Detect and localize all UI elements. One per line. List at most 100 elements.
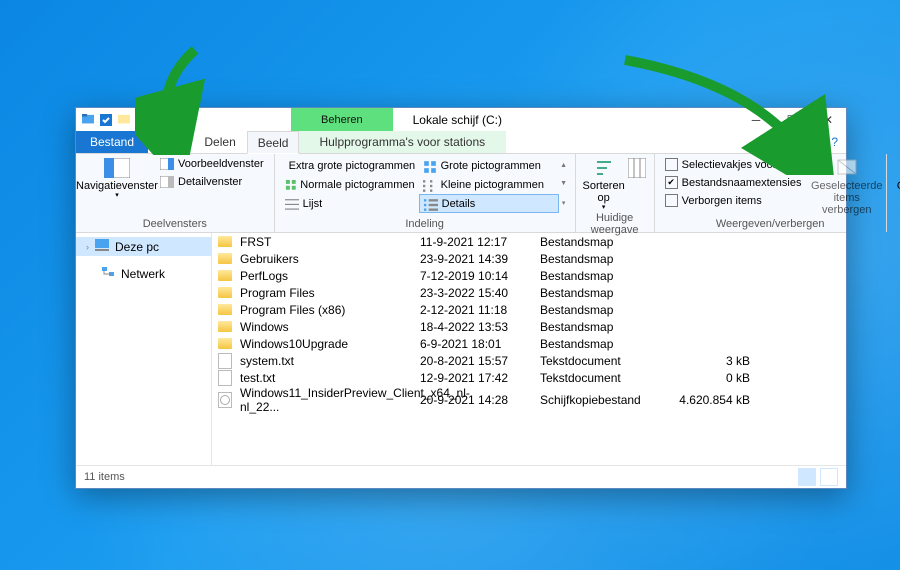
tab-share[interactable]: Delen (194, 131, 246, 153)
group-label-layout: Indeling (281, 218, 569, 232)
file-row[interactable]: Windows10Upgrade6-9-2021 18:01Bestandsma… (212, 335, 846, 352)
navigation-tree[interactable]: › Deze pc Netwerk (76, 233, 212, 465)
quick-access-toolbar: ▾ (76, 108, 146, 131)
file-row[interactable]: Program Files23-3-2022 15:40Bestandsmap (212, 284, 846, 301)
file-name: Program Files (x86) (240, 303, 420, 317)
details-view-button[interactable] (798, 468, 816, 486)
file-name: Program Files (240, 286, 420, 300)
window-title: Lokale schijf (C:) (393, 108, 738, 131)
tab-drive-tools[interactable]: Hulpprogramma's voor stations (299, 131, 506, 153)
nav-network[interactable]: Netwerk (76, 264, 211, 283)
large-icons-view-button[interactable] (820, 468, 838, 486)
status-bar: 11 items (76, 465, 846, 488)
layout-medium[interactable]: Normale pictogrammen (281, 175, 419, 194)
folder-icon (218, 270, 232, 281)
group-label-show-hide: Weergeven/verbergen (661, 218, 880, 232)
group-by-button[interactable] (626, 156, 648, 212)
file-date: 20-8-2021 15:57 (420, 354, 540, 368)
file-date: 18-4-2022 13:53 (420, 320, 540, 334)
file-type: Tekstdocument (540, 354, 670, 368)
titlebar: ▾ Beheren Lokale schijf (C:) ─ ☐ ✕ (76, 108, 846, 131)
file-type: Bestandsmap (540, 269, 670, 283)
tab-view[interactable]: Beeld (247, 131, 300, 154)
minimize-ribbon-icon[interactable]: 🞃 (815, 135, 823, 150)
details-pane-icon (160, 176, 174, 188)
file-row[interactable]: test.txt12-9-2021 17:42Tekstdocument0 kB (212, 369, 846, 386)
file-icon (218, 353, 232, 369)
ribbon-group-current-view: Sorteren op ▾ Huidige weergave (576, 154, 655, 232)
disc-image-icon (218, 392, 232, 408)
file-name: test.txt (240, 371, 420, 385)
file-name: Windows11_InsiderPreview_Client_x64_nl-n… (240, 386, 420, 414)
file-row[interactable]: Windows18-4-2022 13:53Bestandsmap (212, 318, 846, 335)
folder-icon (218, 338, 232, 349)
file-date: 23-3-2022 15:40 (420, 286, 540, 300)
navigation-pane-button[interactable]: Navigatievenster ▾ (82, 156, 152, 200)
help-icon[interactable]: ? (831, 135, 838, 149)
file-name: Windows10Upgrade (240, 337, 420, 351)
list-icon (285, 198, 299, 210)
pc-icon (95, 239, 109, 254)
ribbon: Navigatievenster ▾ Voorbeeldvenster (76, 154, 846, 233)
medium-icons-icon (285, 179, 297, 191)
options-button[interactable]: Opties ▾ (893, 156, 900, 200)
tab-file[interactable]: Bestand (76, 131, 148, 153)
file-type: Tekstdocument (540, 371, 670, 385)
details-icon (424, 198, 438, 210)
sort-by-button[interactable]: Sorteren op ▾ (582, 156, 626, 212)
minimize-button[interactable]: ─ (738, 108, 774, 131)
file-type: Bestandsmap (540, 303, 670, 317)
chevron-down-icon: ▾ (115, 192, 119, 200)
file-row[interactable]: FRST11-9-2021 12:17Bestandsmap (212, 233, 846, 250)
new-folder-icon[interactable] (118, 114, 130, 126)
preview-pane-button[interactable]: Voorbeeldvenster (156, 156, 268, 172)
file-type: Bestandsmap (540, 320, 670, 334)
file-name: FRST (240, 235, 420, 249)
file-extensions-toggle[interactable]: ✔ Bestandsnaamextensies (661, 174, 810, 191)
properties-icon[interactable] (100, 114, 112, 126)
layout-large[interactable]: Grote pictogrammen (419, 156, 557, 175)
item-checkboxes-toggle[interactable]: Selectievakjes voor items (661, 156, 810, 173)
layout-details[interactable]: Details (419, 194, 559, 213)
contextual-tab-header: Beheren (291, 108, 393, 131)
chevron-down-icon: ▾ (602, 204, 606, 212)
file-row[interactable]: Program Files (x86)2-12-2021 11:18Bestan… (212, 301, 846, 318)
checkbox-unchecked-icon (665, 158, 678, 171)
maximize-button[interactable]: ☐ (774, 108, 810, 131)
hidden-items-toggle[interactable]: Verborgen items (661, 192, 810, 209)
file-date: 11-9-2021 12:17 (420, 235, 540, 249)
file-type: Bestandsmap (540, 286, 670, 300)
ribbon-group-show-hide: Selectievakjes voor items ✔ Bestandsnaam… (655, 154, 887, 232)
file-row[interactable]: Windows11_InsiderPreview_Client_x64_nl-n… (212, 386, 846, 403)
file-size: 4.620.854 kB (670, 393, 758, 407)
qat-dropdown-icon[interactable]: ▾ (136, 115, 140, 124)
content-area: › Deze pc Netwerk FRST11-9-2021 12:17Bes… (76, 233, 846, 465)
file-type: Bestandsmap (540, 337, 670, 351)
explorer-window: ▾ Beheren Lokale schijf (C:) ─ ☐ ✕ Besta… (75, 107, 847, 489)
small-icons-icon (423, 179, 437, 191)
chevron-right-icon: › (86, 242, 89, 252)
layout-small[interactable]: Kleine pictogrammen (419, 175, 557, 194)
file-row[interactable]: Gebruikers23-9-2021 14:39Bestandsmap (212, 250, 846, 267)
file-date: 6-9-2021 18:01 (420, 337, 540, 351)
file-row[interactable]: PerfLogs7-12-2019 10:14Bestandsmap (212, 267, 846, 284)
explorer-icon (82, 114, 94, 126)
ribbon-group-options: Opties ▾ (887, 154, 900, 232)
layout-scroll[interactable]: ▲▼▾ (559, 156, 569, 213)
layout-extra-large[interactable]: Extra grote pictogrammen (281, 156, 419, 175)
layout-list[interactable]: Lijst (281, 194, 419, 213)
folder-icon (218, 287, 232, 298)
file-row[interactable]: system.txt20-8-2021 15:57Tekstdocument3 … (212, 352, 846, 369)
file-date: 2-12-2021 11:18 (420, 303, 540, 317)
file-list[interactable]: FRST11-9-2021 12:17BestandsmapGebruikers… (212, 233, 846, 465)
nav-this-pc[interactable]: › Deze pc (76, 237, 211, 256)
file-type: Bestandsmap (540, 252, 670, 266)
tab-start[interactable]: Start (148, 131, 194, 153)
details-pane-button[interactable]: Detailvenster (156, 174, 268, 190)
hide-selected-button[interactable]: Geselecteerde items verbergen (814, 156, 880, 216)
folder-icon (218, 304, 232, 315)
file-date: 20-9-2021 14:28 (420, 393, 540, 407)
checkbox-checked-icon: ✔ (665, 176, 678, 189)
folder-icon (218, 236, 232, 247)
close-button[interactable]: ✕ (810, 108, 846, 131)
